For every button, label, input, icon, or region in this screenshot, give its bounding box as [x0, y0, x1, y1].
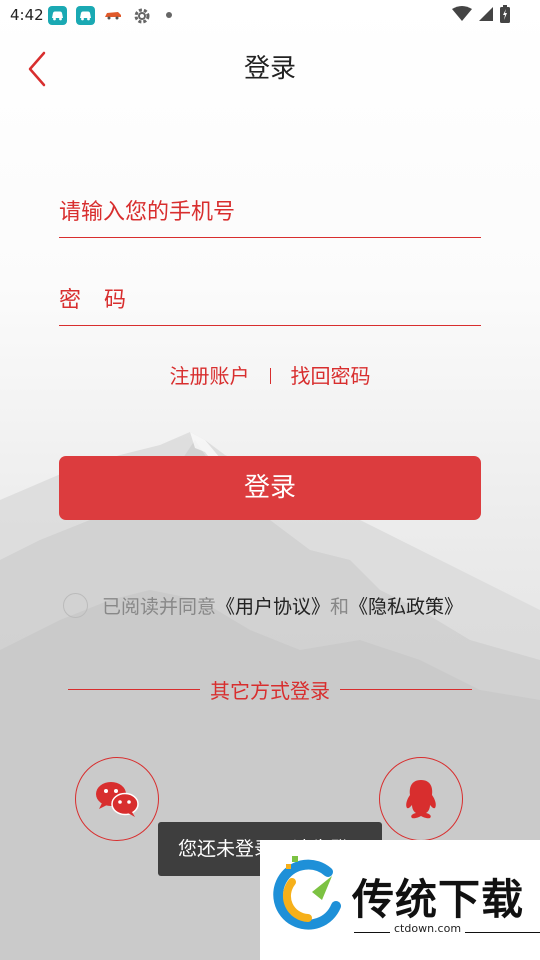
account-links: 注册账户 找回密码	[0, 360, 540, 389]
privacy-policy-link[interactable]: 《隐私政策》	[349, 592, 463, 619]
link-divider	[269, 368, 271, 384]
other-login-divider: 其它方式登录	[68, 676, 472, 703]
battery-icon	[500, 5, 510, 23]
app-notification-icon	[76, 6, 95, 25]
watermark-logo-icon	[273, 856, 341, 930]
phone-input[interactable]	[59, 188, 481, 237]
car-icon	[105, 12, 121, 20]
login-button[interactable]: 登录	[59, 456, 481, 520]
gear-icon	[134, 8, 150, 24]
watermark: 传统下载 ctdown.com	[260, 840, 540, 960]
agreement-row: 已阅读并同意 《用户协议》 和 《隐私政策》	[63, 592, 463, 619]
watermark-url: ctdown.com	[390, 922, 466, 935]
qq-icon	[406, 780, 436, 819]
phone-field[interactable]	[59, 188, 481, 238]
agreement-conjunction: 和	[330, 596, 350, 618]
register-link[interactable]: 注册账户	[170, 364, 250, 388]
wechat-login-button[interactable]	[75, 757, 159, 841]
password-field[interactable]	[59, 276, 481, 326]
agreement-prefix: 已阅读并同意	[102, 596, 217, 618]
wifi-icon	[452, 6, 472, 21]
wechat-icon	[96, 782, 139, 817]
signal-icon	[479, 7, 493, 21]
divider-line	[68, 688, 200, 690]
user-agreement-link[interactable]: 《用户协议》	[216, 592, 330, 619]
qq-login-button[interactable]	[379, 757, 463, 841]
page-title: 登录	[243, 54, 296, 84]
forgot-password-link[interactable]: 找回密码	[291, 364, 371, 388]
status-time: 4:42	[10, 6, 44, 24]
watermark-title: 传统下载	[352, 875, 525, 924]
app-notification-icon	[48, 6, 67, 25]
other-login-label: 其它方式登录	[210, 678, 330, 703]
divider-line	[340, 688, 472, 690]
system-icons	[452, 5, 510, 23]
agreement-checkbox[interactable]	[63, 593, 88, 618]
status-bar: 4:42	[0, 0, 540, 32]
password-input[interactable]	[59, 276, 481, 325]
notification-dot	[166, 12, 172, 18]
